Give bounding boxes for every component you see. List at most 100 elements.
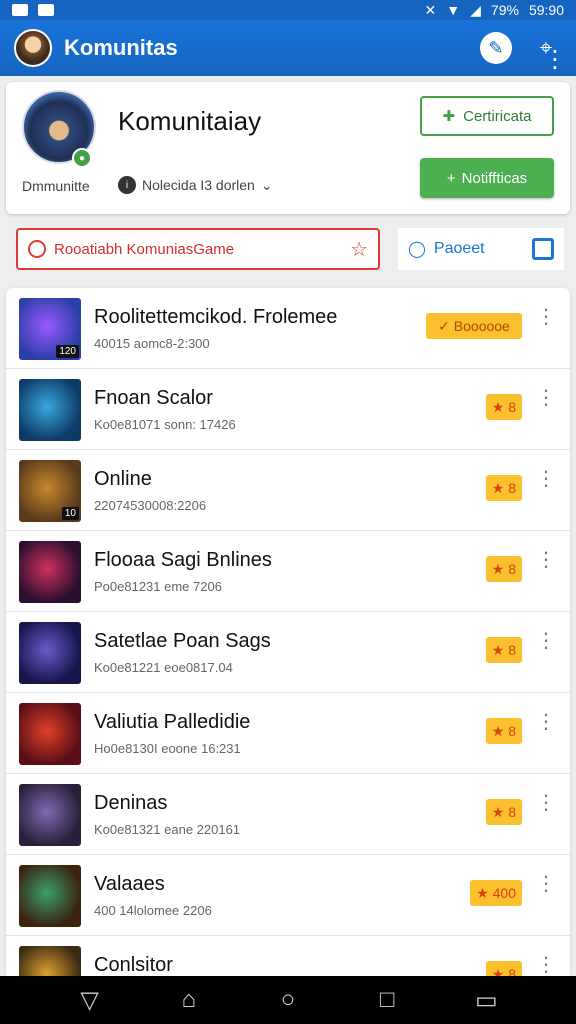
star-icon: ★ — [491, 641, 505, 658]
game-thumbnail[interactable] — [19, 865, 81, 927]
post-button[interactable]: ◯ Paoeet — [398, 228, 564, 270]
list-item[interactable]: Valiutia Palledidie Ho0e8130I eoone 16:2… — [6, 693, 570, 774]
profile-card: ● Komunitaiay Dmmunitte i Nolecida I3 do… — [6, 82, 570, 214]
item-badge[interactable]: ★ 8 — [485, 799, 522, 825]
back-button[interactable]: ▽ — [77, 987, 103, 1014]
item-more-button[interactable]: ⋮ — [536, 307, 556, 327]
item-badge[interactable]: ★ 8 — [485, 556, 522, 582]
app-bar: Komunitas ✎ ⌖ ⋮ — [0, 20, 576, 76]
game-thumbnail[interactable] — [19, 946, 81, 976]
item-title: Online — [94, 468, 152, 490]
square-icon: □ — [379, 986, 395, 1013]
screens-button[interactable]: ▭ — [473, 986, 499, 1014]
item-more-button[interactable]: ⋮ — [536, 550, 556, 570]
item-badge[interactable]: ★ 8 — [485, 394, 522, 420]
overflow-menu-button[interactable]: ⋮ — [543, 44, 567, 76]
profile-meta[interactable]: i Nolecida I3 dorlen ⌄ — [118, 176, 273, 194]
item-subtitle: Ko0e81221 eoe0817.04 — [94, 660, 233, 675]
circle-icon: ○ — [280, 986, 296, 1013]
mute-icon: ✕ — [424, 1, 437, 18]
list-item[interactable]: 10 Online 22074530008:2206 ★ 8 ⋮ — [6, 450, 570, 531]
profile-name: Komunitaiay — [118, 106, 262, 136]
badge-label: 8 — [508, 804, 516, 820]
puzzle-icon: ✚ — [442, 108, 456, 125]
page-title: Komunitas — [64, 35, 178, 60]
item-subtitle: 400 14lolomee 2206 — [94, 903, 212, 918]
system-nav-bar: ▽ ⌂ ○ □ ▭ — [0, 976, 576, 1024]
info-icon: i — [118, 176, 136, 194]
online-status-icon: ● — [72, 148, 92, 168]
list-item[interactable]: Fnoan Scalor Ko0e81071 sonn: 17426 ★ 8 ⋮ — [6, 369, 570, 450]
item-subtitle: Ho0e8130I eoone 16:231 — [94, 741, 241, 756]
status-bar: ✕ ▼ ◢ 79% 59:90 — [0, 0, 576, 20]
chat-bubble-icon: ◯ — [408, 241, 426, 258]
game-thumbnail[interactable] — [19, 703, 81, 765]
item-more-button[interactable]: ⋮ — [536, 955, 556, 975]
item-title: Satetlae Poan Sags — [94, 630, 271, 652]
notification-icon — [12, 4, 28, 16]
notifications-button[interactable]: + Notiffticas — [420, 158, 554, 198]
home-button[interactable]: ⌂ — [176, 986, 202, 1013]
badge-label: 8 — [508, 561, 516, 577]
game-thumbnail[interactable] — [19, 784, 81, 846]
stack-icon: ▭ — [475, 986, 498, 1014]
list-item[interactable]: Deninas Ko0e81321 eane 220161 ★ 8 ⋮ — [6, 774, 570, 855]
item-more-button[interactable]: ⋮ — [536, 469, 556, 489]
star-icon: ✓ — [438, 317, 450, 334]
more-vertical-icon: ⋮ — [543, 46, 567, 73]
recents-button[interactable]: □ — [374, 986, 400, 1013]
list-item[interactable]: Flooaa Sagi Bnlines Po0e81231 eme 7206 ★… — [6, 531, 570, 612]
list-item[interactable]: Valaaes 400 14lolomee 2206 ★ 400 ⋮ — [6, 855, 570, 936]
badge-label: 8 — [508, 966, 516, 976]
list-item[interactable]: Conlsitor ★ 8 ⋮ — [6, 936, 570, 976]
notifications-label: Notiffticas — [461, 169, 528, 187]
search-field[interactable]: Rooatiabh KomuniasGame ☆ — [16, 228, 380, 270]
item-title: Flooaa Sagi Bnlines — [94, 549, 272, 571]
item-badge[interactable]: ★ 8 — [485, 475, 522, 501]
item-subtitle: Po0e81231 eme 7206 — [94, 579, 222, 594]
item-badge[interactable]: ★ 400 — [470, 880, 522, 906]
search-input[interactable]: Rooatiabh KomuniasGame — [54, 241, 234, 258]
item-badge[interactable]: ✓ Boooooe — [426, 313, 522, 339]
item-more-button[interactable]: ⋮ — [536, 388, 556, 408]
certificate-label: Certiricata — [463, 107, 532, 125]
badge-label: Boooooe — [453, 318, 510, 334]
wifi-icon: ▼ — [446, 2, 461, 18]
item-more-button[interactable]: ⋮ — [536, 874, 556, 894]
assistant-button[interactable]: ○ — [275, 986, 301, 1013]
community-avatar[interactable] — [14, 29, 52, 67]
battery-level: 79% — [490, 2, 519, 18]
star-icon: ★ — [491, 398, 505, 415]
list-item[interactable]: 120 Roolitettemcikod. Frolemee 40015 aom… — [6, 288, 570, 369]
thumbnail-badge: 10 — [61, 507, 79, 520]
star-icon: ★ — [476, 884, 489, 901]
item-badge[interactable]: ★ 8 — [485, 637, 522, 663]
search-icon — [28, 240, 46, 258]
item-more-button[interactable]: ⋮ — [536, 631, 556, 651]
profile-subtitle: Dmmunitte — [22, 178, 90, 194]
badge-label: 400 — [492, 885, 516, 901]
item-title: Conlsitor — [94, 954, 173, 976]
list-item[interactable]: Satetlae Poan Sags Ko0e81221 eoe0817.04 … — [6, 612, 570, 693]
game-thumbnail[interactable] — [19, 622, 81, 684]
edit-button[interactable]: ✎ — [480, 32, 512, 64]
star-icon: ★ — [491, 479, 505, 496]
badge-label: 8 — [508, 399, 516, 415]
item-more-button[interactable]: ⋮ — [536, 712, 556, 732]
thumbnail-badge: 120 — [56, 345, 79, 358]
item-subtitle: Ko0e81071 sonn: 17426 — [94, 417, 236, 432]
badge-label: 8 — [508, 480, 516, 496]
game-thumbnail[interactable] — [19, 379, 81, 441]
star-icon[interactable]: ☆ — [350, 237, 368, 262]
search-row: Rooatiabh KomuniasGame ☆ ◯ Paoeet — [6, 222, 570, 278]
game-list: 120 Roolitettemcikod. Frolemee 40015 aom… — [6, 288, 570, 976]
chevron-down-icon: ⌄ — [260, 176, 273, 193]
item-more-button[interactable]: ⋮ — [536, 793, 556, 813]
game-thumbnail[interactable] — [19, 541, 81, 603]
item-badge[interactable]: ★ 8 — [485, 961, 522, 976]
item-badge[interactable]: ★ 8 — [485, 718, 522, 744]
game-thumbnail[interactable]: 120 — [19, 298, 81, 360]
game-thumbnail[interactable]: 10 — [19, 460, 81, 522]
compose-icon[interactable] — [532, 238, 554, 260]
certificate-button[interactable]: ✚ Certiricata — [420, 96, 554, 136]
